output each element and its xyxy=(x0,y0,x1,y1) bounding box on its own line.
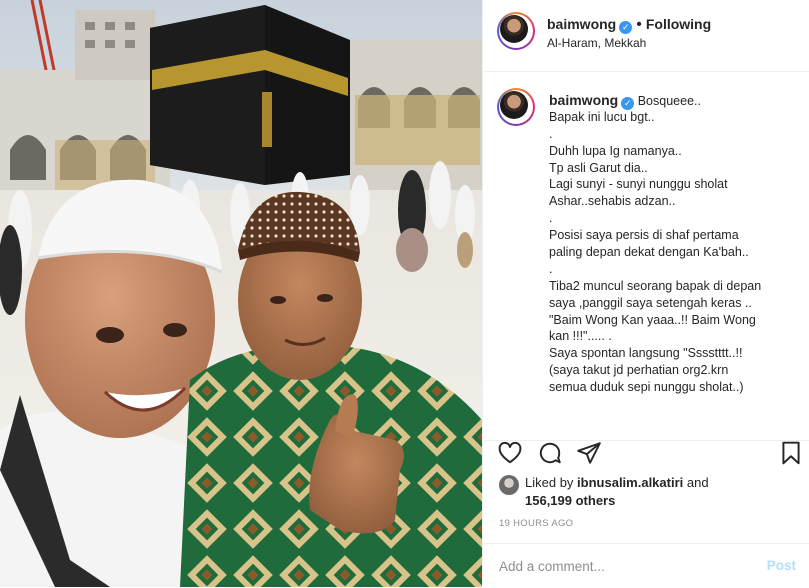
post-photo[interactable] xyxy=(0,0,482,587)
caption-text: baimwong ✓ Bosqueee.. Bapak ini lucu bgt.… xyxy=(549,92,804,396)
caption-line: Tiba2 muncul seorang bapak di depan xyxy=(549,278,762,293)
likes-count[interactable]: 156,199 others xyxy=(525,493,615,508)
verified-badge-icon: ✓ xyxy=(619,21,633,34)
liker-username[interactable]: ibnusalim.alkatiri xyxy=(577,475,683,490)
caption-line: Saya spontan langsung "Sssstttt..!! xyxy=(549,346,743,361)
likes-count-row: 156,199 others xyxy=(525,492,615,510)
likes-summary: Liked by ibnusalim.alkatiri and xyxy=(525,474,709,492)
caption-line: Posisi saya persis di shaf pertama xyxy=(549,228,739,243)
caption-line: Lagi sunyi - sunyi nunggu sholat xyxy=(549,177,728,192)
caption-line: paling depan dekat dengan Ka'bah.. xyxy=(549,245,749,260)
caption-line: Tp asli Garut dia.. xyxy=(549,160,648,175)
comment-icon[interactable] xyxy=(537,440,563,466)
caption-line: kan !!!"..... . xyxy=(549,329,612,344)
likes-prefix: Liked by xyxy=(525,475,574,490)
avatar[interactable] xyxy=(497,12,535,50)
caption-line: . xyxy=(549,211,553,226)
caption-line: semua duduk sepi nunggu sholat..) xyxy=(549,380,744,395)
comment-input[interactable] xyxy=(499,556,739,576)
share-icon[interactable] xyxy=(576,440,602,466)
caption-line: "Baim Wong Kan yaaa..!! Baim Wong xyxy=(549,312,756,327)
header-username[interactable]: baimwong xyxy=(547,16,616,32)
heart-icon[interactable] xyxy=(497,440,523,466)
post-details-panel: baimwong ✓ • Following Al-Haram, Mekkah bai… xyxy=(482,0,809,587)
bookmark-icon[interactable] xyxy=(778,440,804,466)
caption-username[interactable]: baimwong xyxy=(549,92,618,108)
caption-line: saya ,panggil saya setengah keras .. xyxy=(549,295,752,310)
post-comment-button[interactable]: Post xyxy=(767,558,796,573)
caption-line: (saya takut jd perhatian org2.krn xyxy=(549,363,729,378)
header-user-row: baimwong ✓ • Following xyxy=(547,16,711,34)
liker-avatar[interactable] xyxy=(499,475,519,495)
separator-dot: • xyxy=(636,16,642,33)
caption-line: Duhh lupa Ig namanya.. xyxy=(549,143,682,158)
photo-illustration xyxy=(0,0,482,587)
comment-bar: Post xyxy=(483,543,809,588)
following-button[interactable]: Following xyxy=(646,16,711,32)
location-link[interactable]: Al-Haram, Mekkah xyxy=(547,36,646,50)
caption-avatar[interactable] xyxy=(497,88,535,126)
caption-line: baimwong ✓ Bosqueee.. xyxy=(549,92,701,110)
action-bar xyxy=(483,440,809,441)
caption-section: baimwong ✓ Bosqueee.. Bapak ini lucu bgt.… xyxy=(483,72,809,440)
avatar-image xyxy=(500,91,528,119)
caption-line: Ashar..sehabis adzan.. xyxy=(549,194,676,209)
caption-line: Bapak ini lucu bgt.. xyxy=(549,109,655,124)
post-header: baimwong ✓ • Following Al-Haram, Mekkah xyxy=(483,0,809,72)
caption-line: . xyxy=(549,126,553,141)
avatar-image xyxy=(500,15,528,43)
likes-and: and xyxy=(686,475,709,490)
caption-line: . xyxy=(549,261,553,276)
post-timestamp[interactable]: 19 HOURS AGO xyxy=(499,518,573,529)
